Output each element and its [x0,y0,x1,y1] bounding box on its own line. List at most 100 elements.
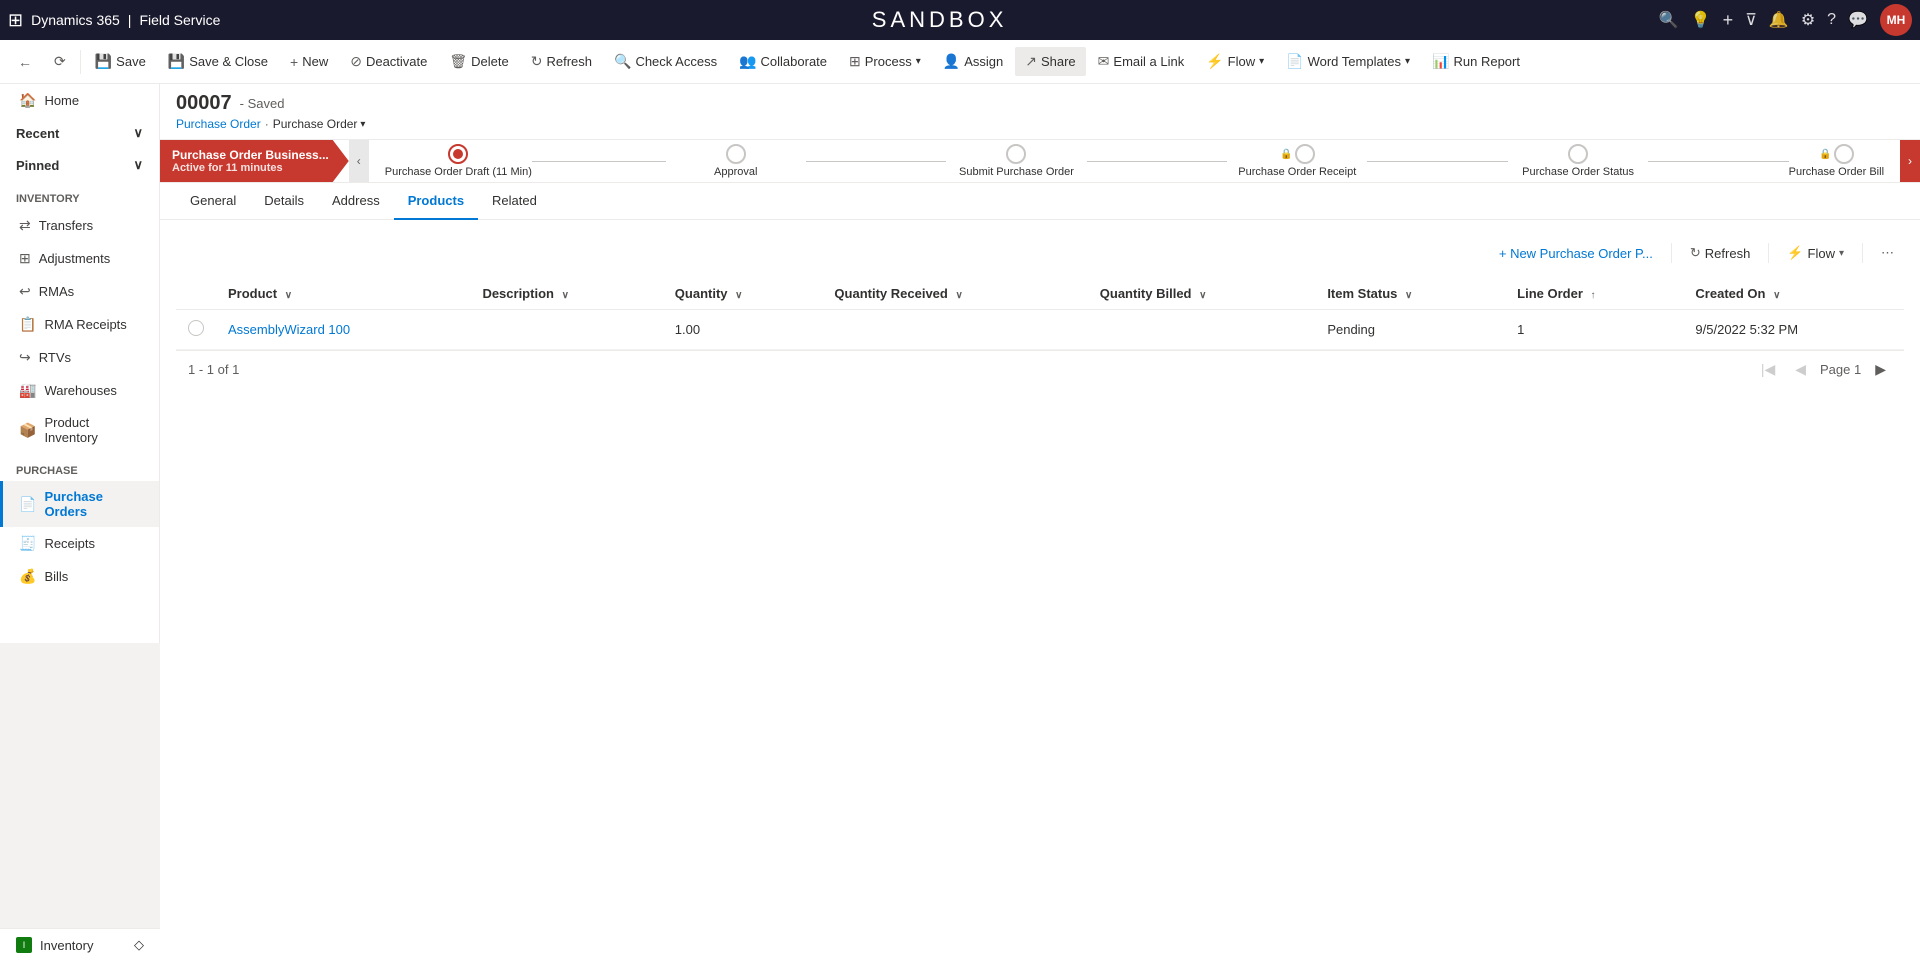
page-prev-button[interactable]: ◀ [1789,359,1812,380]
products-flow-button[interactable]: ⚡ Flow ▾ [1777,240,1854,266]
bpf-collapse-button[interactable]: ‹ [349,140,369,182]
search-icon[interactable]: 🔍 [1659,10,1679,30]
email-link-button[interactable]: ✉ Email a Link [1088,47,1195,76]
sidebar-item-rma-receipts[interactable]: 📋 RMA Receipts [0,308,159,341]
bpf-stage-4-lock-icon: 🔒 [1280,149,1292,160]
nav-arrows: ← ⟳ [8,47,76,76]
tab-general[interactable]: General [176,183,250,220]
bell-icon[interactable]: 🔔 [1769,10,1789,30]
tab-details[interactable]: Details [250,183,318,220]
products-more-icon: ⋯ [1881,245,1894,261]
breadcrumb-entity[interactable]: Purchase Order [176,117,261,131]
receipts-icon: 🧾 [19,535,36,552]
share-label: Share [1041,54,1076,69]
tab-related[interactable]: Related [478,183,551,220]
bpf-next-button[interactable]: › [1900,140,1920,182]
tab-products[interactable]: Products [394,183,478,220]
bpf-stage-5-content[interactable]: Purchase Order Status [1508,144,1648,178]
sidebar-item-purchase-orders[interactable]: 📄 Purchase Orders [0,481,159,527]
col-quantity-billed[interactable]: Quantity Billed ∨ [1088,278,1316,310]
col-checkbox [176,278,216,310]
bpf-stage-line-2 [806,161,946,162]
bpf-stage-4-label: Purchase Order Receipt [1238,166,1356,178]
bpf-stage-3-content[interactable]: Submit Purchase Order [946,144,1086,178]
deactivate-button[interactable]: ⊘ Deactivate [340,47,437,76]
check-access-button[interactable]: 🔍 Check Access [604,47,727,76]
home-icon: 🏠 [19,92,36,109]
sidebar-item-rtvs[interactable]: ↪ RTVs [0,341,159,374]
app-grid-icon[interactable]: ⊞ [8,10,23,31]
toolbar-separator-1 [1671,243,1672,263]
flow-dropdown-icon: ▾ [1259,56,1264,67]
bpf-stage-6-content[interactable]: 🔒 Purchase Order Bill [1789,144,1884,178]
brand-link[interactable]: Dynamics 365 | Field Service [31,12,220,28]
back-button[interactable]: ← [8,47,42,76]
word-templates-dropdown-icon: ▾ [1405,56,1410,67]
sidebar-pinned-collapse[interactable]: Pinned ∨ [0,149,159,181]
save-close-label: Save & Close [189,54,268,69]
col-product[interactable]: Product ∨ [216,278,470,310]
col-item-status[interactable]: Item Status ∨ [1315,278,1505,310]
sidebar-item-receipts[interactable]: 🧾 Receipts [0,527,159,560]
bpf-stage-6-circle [1834,144,1854,164]
help-icon[interactable]: ? [1827,11,1836,29]
share-button[interactable]: ↗ Share [1015,47,1085,76]
sidebar-item-transfers[interactable]: ⇄ Transfers [0,209,159,242]
sidebar-item-product-inventory[interactable]: 📦 Product Inventory [0,407,159,453]
sidebar-item-warehouses[interactable]: 🏭 Warehouses [0,374,159,407]
avatar[interactable]: MH [1880,4,1912,36]
sidebar-item-bills[interactable]: 💰 Bills [0,560,159,593]
tab-address[interactable]: Address [318,183,394,220]
sidebar-item-home[interactable]: 🏠 Home [0,84,159,117]
sidebar-item-rmas[interactable]: ↩ RMAs [0,275,159,308]
sidebar-item-adjustments[interactable]: ⊞ Adjustments [0,242,159,275]
process-button[interactable]: ⊞ Process ▾ [839,47,931,76]
bpf-stage-2: Approval [666,144,947,178]
forward-button[interactable]: ⟳ [44,47,76,76]
run-report-button[interactable]: 📊 Run Report [1422,47,1530,76]
bpf-active-stage[interactable]: Purchase Order Business... Active for 11… [160,140,349,182]
col-created-on[interactable]: Created On ∨ [1683,278,1904,310]
add-icon[interactable]: + [1723,10,1734,31]
bpf-stage-1-content[interactable]: Purchase Order Draft (11 Min) [385,144,532,178]
bpf-stage-2-content[interactable]: Approval [666,144,806,178]
sidebar-bottom[interactable]: I Inventory ◇ [0,928,160,961]
chat-icon[interactable]: 💬 [1848,10,1868,30]
lightbulb-icon[interactable]: 💡 [1691,10,1711,30]
col-line-order[interactable]: Line Order ↑ [1505,278,1683,310]
settings-icon[interactable]: ⚙ [1801,10,1815,30]
quantity-sort-icon: ∨ [735,290,742,301]
save-button[interactable]: 💾 Save [85,47,156,76]
breadcrumb-view[interactable]: Purchase Order ▾ [273,117,366,131]
cell-item-status: Pending [1315,310,1505,350]
new-icon: + [290,54,298,70]
page-next-button[interactable]: ▶ [1869,359,1892,380]
new-button[interactable]: + New [280,48,338,76]
cell-line-order: 1 [1505,310,1683,350]
sidebar-recent-collapse[interactable]: Recent ∨ [0,117,159,149]
delete-button[interactable]: 🗑 Delete [439,47,518,76]
page-first-button[interactable]: |◀ [1755,359,1781,380]
bpf-stage-3-label: Submit Purchase Order [959,166,1074,178]
products-more-button[interactable]: ⋯ [1871,240,1904,266]
row-checkbox[interactable] [188,320,204,336]
col-quantity[interactable]: Quantity ∨ [663,278,823,310]
new-purchase-order-product-button[interactable]: + New Purchase Order P... [1489,241,1663,266]
products-refresh-button[interactable]: ↻ Refresh [1680,240,1760,266]
save-close-button[interactable]: 💾 Save & Close [158,47,278,76]
assign-button[interactable]: 👤 Assign [933,47,1013,76]
collaborate-button[interactable]: 👥 Collaborate [729,47,837,76]
word-templates-label: Word Templates [1308,54,1401,69]
filter-icon[interactable]: ⊽ [1745,10,1757,30]
col-description[interactable]: Description ∨ [470,278,662,310]
product-link[interactable]: AssemblyWizard 100 [228,322,350,337]
flow-button[interactable]: ⚡ Flow ▾ [1196,47,1274,76]
bpf-stage-6-circle-wrapper: 🔒 [1819,144,1853,164]
col-quantity-received[interactable]: Quantity Received ∨ [822,278,1087,310]
bpf-stage-4-content[interactable]: 🔒 Purchase Order Receipt [1227,144,1367,178]
bpf-active-stage-sub: Active for 11 minutes [172,162,329,174]
refresh-button[interactable]: ↻ Refresh [521,47,602,76]
back-icon: ← [18,54,32,70]
tabs: General Details Address Products Related [160,183,1920,220]
word-templates-button[interactable]: 📄 Word Templates ▾ [1276,47,1420,76]
